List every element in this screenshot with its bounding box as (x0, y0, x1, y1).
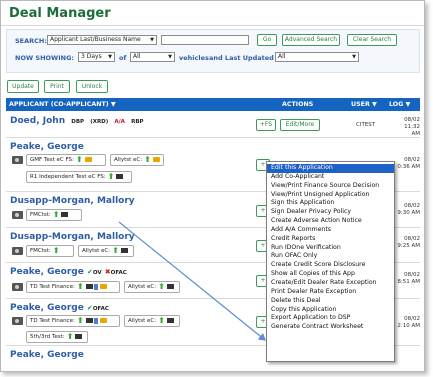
menu-item-print-rate-exception[interactable]: Print Dealer Rate Exception (267, 288, 394, 297)
deal-manager-window: Deal Manager SEARCH: Applicant Last/Busi… (0, 0, 425, 372)
menu-item-contract-worksheet[interactable]: Generate Contract Worksheet (267, 323, 394, 332)
menu-item-credit-reports[interactable]: Credit Reports (267, 235, 394, 244)
menu-item-export-dsp[interactable]: Export Application to DSP (267, 314, 394, 323)
menu-item-sign-privacy-policy[interactable]: Sign Dealer Privacy Policy (267, 208, 394, 217)
menu-item-sign-application[interactable]: Sign this Application (267, 199, 394, 208)
menu-item-finance-source-decision[interactable]: View/Print Finance Source Decision (267, 182, 394, 191)
menu-item-idone-verification[interactable]: Run IDOne Verification (267, 244, 394, 253)
menu-item-unsigned-application[interactable]: View/Print Unsigned Application (267, 191, 394, 200)
menu-item-edit-application[interactable]: Edit this Application (267, 164, 394, 173)
menu-item-show-copies[interactable]: Show all Copies of this App (267, 270, 394, 279)
menu-item-credit-score-disclosure[interactable]: Create Credit Score Disclosure (267, 261, 394, 270)
menu-item-delete-deal[interactable]: Delete this Deal (267, 297, 394, 306)
menu-item-edit-rate-exception[interactable]: Create/Edit Dealer Rate Exception (267, 279, 394, 288)
row-context-menu: Edit this Application Add Co-Applicant V… (266, 161, 395, 362)
menu-item-copy-application[interactable]: Copy this Application (267, 306, 394, 315)
menu-item-aa-comments[interactable]: Add A/A Comments (267, 226, 394, 235)
menu-item-run-ofac[interactable]: Run OFAC Only (267, 252, 394, 261)
menu-item-adverse-action[interactable]: Create Adverse Action Notice (267, 217, 394, 226)
menu-item-add-co-applicant[interactable]: Add Co-Applicant (267, 173, 394, 182)
